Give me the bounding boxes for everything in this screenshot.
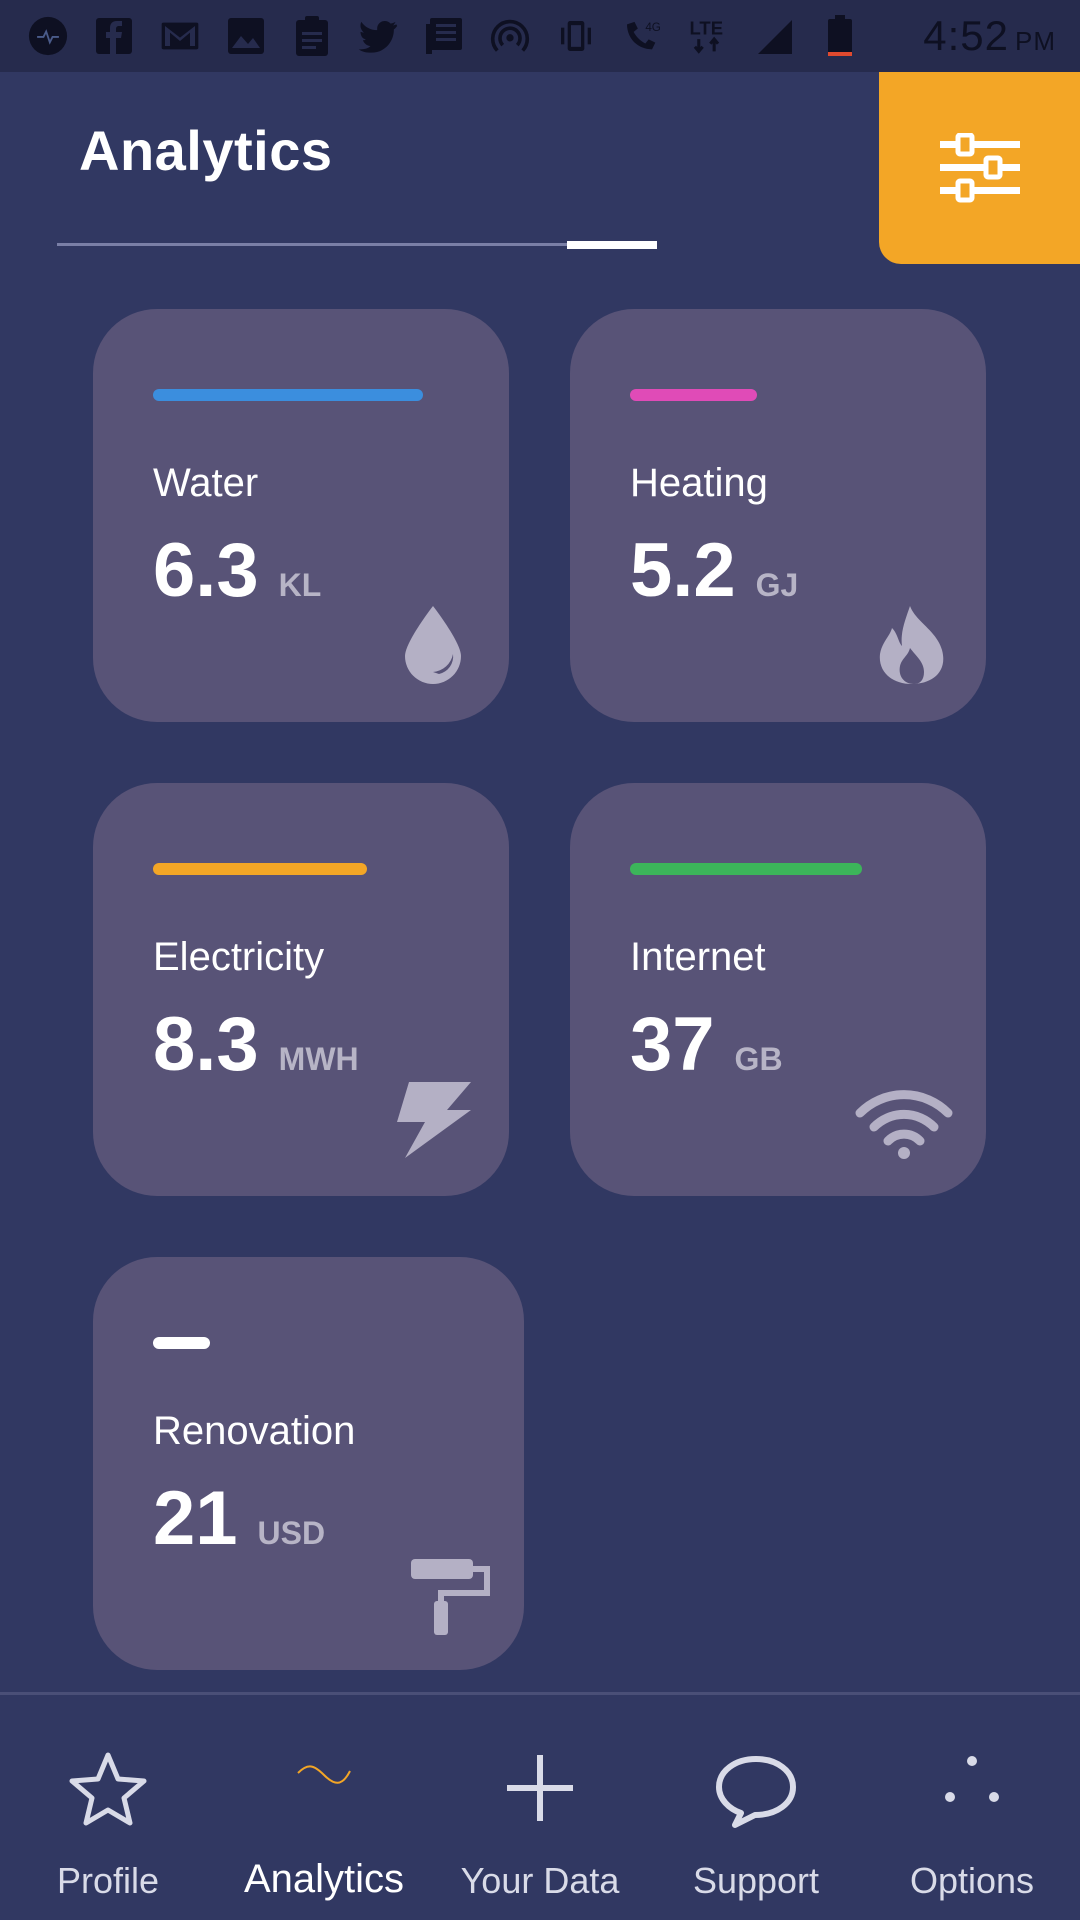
nav-item-your-data[interactable]: Your Data <box>432 1695 648 1920</box>
twitter-icon <box>358 16 398 56</box>
flame-icon <box>879 606 944 684</box>
plus-icon <box>507 1755 573 1821</box>
wifi-icon <box>855 1090 953 1159</box>
card-reading: 21 USD <box>153 1475 325 1562</box>
paint-roller-icon <box>411 1559 490 1635</box>
clock: 4:52 PM <box>923 12 1056 60</box>
card-value: 8.3 <box>153 1002 259 1087</box>
card-electricity[interactable]: Electricity 8.3 MWH <box>93 783 509 1196</box>
card-label: Renovation <box>153 1409 356 1453</box>
card-reading: 5.2 GJ <box>630 527 798 614</box>
notification-icons: 4G LTE <box>28 12 860 60</box>
status-bar: 4G LTE 4:52 PM <box>0 0 1080 72</box>
lightning-icon <box>397 1082 471 1158</box>
tab-indicator-active <box>567 241 657 249</box>
nav-item-profile[interactable]: Profile <box>0 1695 216 1920</box>
nav-item-analytics[interactable]: Analytics <box>216 1695 432 1920</box>
card-label: Water <box>153 461 259 505</box>
lte-icon: LTE <box>688 16 728 56</box>
card-accent-bar <box>153 863 367 875</box>
facebook-icon <box>94 16 134 56</box>
news-icon <box>424 16 464 56</box>
card-unit: MWH <box>278 1041 359 1077</box>
card-accent-bar <box>153 1337 210 1349</box>
sliders-icon <box>939 133 1020 203</box>
water-drop-icon <box>405 606 461 684</box>
page-title: Analytics <box>79 119 333 182</box>
nav-label: Analytics <box>243 1857 405 1901</box>
card-unit: USD <box>257 1515 326 1551</box>
card-label: Internet <box>630 935 766 979</box>
bottom-nav: Profile Analytics Your Data Support Opti… <box>0 1695 1080 1920</box>
card-accent-bar <box>630 389 757 401</box>
card-value: 21 <box>153 1476 238 1561</box>
nav-item-options[interactable]: Options <box>864 1695 1080 1920</box>
svg-text:4G: 4G <box>645 21 661 34</box>
filter-button[interactable] <box>879 72 1080 264</box>
status-period: PM <box>1015 26 1056 56</box>
signal-icon <box>754 16 794 56</box>
nav-item-support[interactable]: Support <box>648 1695 864 1920</box>
nav-label: Options <box>909 1860 1035 1901</box>
card-label: Electricity <box>153 935 325 979</box>
card-reading: 6.3 KL <box>153 527 321 614</box>
nav-label: Support <box>692 1860 820 1901</box>
hotspot-icon <box>490 16 530 56</box>
gmail-icon <box>160 16 200 56</box>
card-renovation[interactable]: Renovation 21 USD <box>93 1257 524 1670</box>
card-accent-bar <box>630 863 862 875</box>
equalizer-icon <box>28 16 68 56</box>
chat-bubble-icon <box>716 1756 796 1828</box>
card-heating[interactable]: Heating 5.2 GJ <box>570 309 986 722</box>
wifi-call-icon: 4G <box>622 16 662 56</box>
image-icon <box>226 16 266 56</box>
card-label: Heating <box>630 461 768 505</box>
card-value: 6.3 <box>153 528 259 613</box>
wave-icon <box>297 1765 351 1784</box>
card-value: 5.2 <box>630 528 736 613</box>
card-value: 37 <box>630 1002 715 1087</box>
card-reading: 8.3 MWH <box>153 1001 359 1088</box>
card-reading: 37 GB <box>630 1001 783 1088</box>
card-unit: GB <box>734 1041 783 1077</box>
card-internet[interactable]: Internet 37 GB <box>570 783 986 1196</box>
card-water[interactable]: Water 6.3 KL <box>93 309 509 722</box>
battery-icon <box>820 15 860 56</box>
svg-text:LTE: LTE <box>690 17 723 38</box>
nav-label: Your Data <box>460 1860 620 1901</box>
status-time: 4:52 <box>923 12 1009 59</box>
vibrate-icon <box>556 16 596 56</box>
clipboard-icon <box>292 16 332 56</box>
nav-label: Profile <box>56 1860 160 1901</box>
star-icon <box>69 1752 147 1826</box>
card-unit: KL <box>278 567 322 603</box>
card-accent-bar <box>153 389 423 401</box>
dots-icon <box>945 1756 999 1802</box>
card-unit: GJ <box>755 567 799 603</box>
